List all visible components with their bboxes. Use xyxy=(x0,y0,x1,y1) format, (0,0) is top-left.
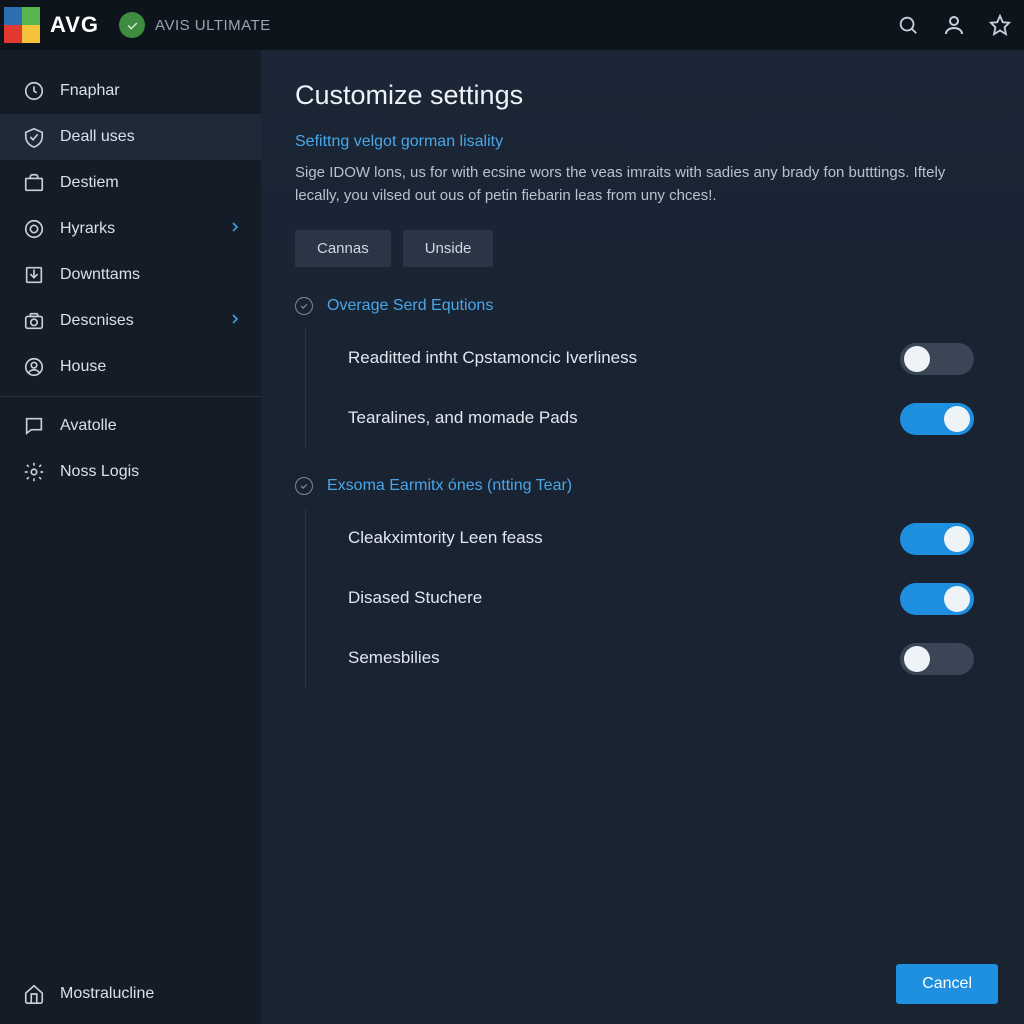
header-right xyxy=(896,13,1012,37)
sidebar-footer-item[interactable]: Mostralucline xyxy=(0,964,261,1024)
sidebar-item-descnises[interactable]: Descnises xyxy=(0,298,261,344)
section-description: Sige IDOW lons, us for with ecsine wors … xyxy=(295,161,984,208)
settings-group: Overage Serd Equtions Readitted intht Cp… xyxy=(295,297,984,449)
main: Fnaphar Deall uses Destiem Hyrarks xyxy=(0,50,1024,1024)
download-icon xyxy=(22,263,46,287)
sidebar-item-label: Noss Logis xyxy=(60,463,139,481)
sidebar-item-destiem[interactable]: Destiem xyxy=(0,160,261,206)
check-circle-icon xyxy=(295,477,313,495)
sidebar-item-label: Hyrarks xyxy=(60,220,115,238)
subtitle-link[interactable]: Sefittng velgot gorman lisality xyxy=(295,133,984,151)
product-name: AVIS ULTIMATE xyxy=(155,17,271,34)
sidebar-item-hyrarks[interactable]: Hyrarks xyxy=(0,206,261,252)
chat-icon xyxy=(22,414,46,438)
sidebar-item-noss-logis[interactable]: Noss Logis xyxy=(0,449,261,495)
toggle-cleakximtority[interactable] xyxy=(900,523,974,555)
camera-icon xyxy=(22,309,46,333)
sidebar-item-label: House xyxy=(60,358,106,376)
unside-button[interactable]: Unside xyxy=(403,230,494,267)
sidebar-item-downttams[interactable]: Downttams xyxy=(0,252,261,298)
search-icon[interactable] xyxy=(896,13,920,37)
sidebar-item-avatolle[interactable]: Avatolle xyxy=(0,403,261,449)
toggle-tearalines[interactable] xyxy=(900,403,974,435)
sidebar-footer-label: Mostralucline xyxy=(60,985,154,1003)
sidebar-item-label: Downttams xyxy=(60,266,140,284)
briefcase-icon xyxy=(22,171,46,195)
settings-group: Exsoma Earmitx ónes (ntting Tear) Cleakx… xyxy=(295,477,984,689)
target-icon xyxy=(22,217,46,241)
user-icon[interactable] xyxy=(942,13,966,37)
sidebar-item-label: Fnaphar xyxy=(60,82,120,100)
avg-logo xyxy=(4,7,40,43)
setting-label: Tearalines, and momade Pads xyxy=(348,407,578,430)
check-circle-icon xyxy=(295,297,313,315)
sidebar-item-deall-uses[interactable]: Deall uses xyxy=(0,114,261,160)
clock-icon xyxy=(22,79,46,103)
chevron-right-icon xyxy=(227,219,243,240)
cancel-button[interactable]: Cancel xyxy=(896,964,998,1004)
header-left: AVG AVIS ULTIMATE xyxy=(4,7,271,43)
home-icon xyxy=(22,982,46,1006)
setting-row: Semesbilies xyxy=(305,629,984,689)
setting-row: Disased Stuchere xyxy=(305,569,984,629)
setting-row: Cleakximtority Leen feass xyxy=(305,509,984,569)
brand-text: AVG xyxy=(50,12,99,38)
sidebar-item-label: Avatolle xyxy=(60,417,117,435)
sidebar-item-fnaphar[interactable]: Fnaphar xyxy=(0,68,261,114)
group-title: Overage Serd Equtions xyxy=(327,297,493,315)
star-icon[interactable] xyxy=(988,13,1012,37)
nav-list: Fnaphar Deall uses Destiem Hyrarks xyxy=(0,68,261,964)
content: Customize settings Sefittng velgot gorma… xyxy=(261,50,1024,1024)
sidebar-item-label: Deall uses xyxy=(60,128,135,146)
group-title: Exsoma Earmitx ónes (ntting Tear) xyxy=(327,477,572,495)
setting-row: Readitted intht Cpstamoncic Iverliness xyxy=(305,329,984,389)
setting-label: Disased Stuchere xyxy=(348,587,482,610)
product-badge-icon xyxy=(119,12,145,38)
group-header[interactable]: Overage Serd Equtions xyxy=(295,297,984,315)
setting-label: Cleakximtority Leen feass xyxy=(348,527,543,550)
cannas-button[interactable]: Cannas xyxy=(295,230,391,267)
chevron-right-icon xyxy=(227,311,243,332)
person-circle-icon xyxy=(22,355,46,379)
setting-label: Semesbilies xyxy=(348,647,440,670)
check-shield-icon xyxy=(22,125,46,149)
page-title: Customize settings xyxy=(295,80,984,111)
sidebar: Fnaphar Deall uses Destiem Hyrarks xyxy=(0,50,261,1024)
setting-row: Tearalines, and momade Pads xyxy=(305,389,984,449)
sidebar-item-label: Destiem xyxy=(60,174,119,192)
group-header[interactable]: Exsoma Earmitx ónes (ntting Tear) xyxy=(295,477,984,495)
sidebar-item-label: Descnises xyxy=(60,312,134,330)
button-row: Cannas Unside xyxy=(295,230,984,267)
nav-divider xyxy=(0,396,261,397)
toggle-readitted[interactable] xyxy=(900,343,974,375)
footer-bar: Cancel xyxy=(896,964,998,1004)
toggle-semesbilies[interactable] xyxy=(900,643,974,675)
app-header: AVG AVIS ULTIMATE xyxy=(0,0,1024,50)
sidebar-item-house[interactable]: House xyxy=(0,344,261,390)
setting-label: Readitted intht Cpstamoncic Iverliness xyxy=(348,347,637,370)
gear-icon xyxy=(22,460,46,484)
toggle-disased[interactable] xyxy=(900,583,974,615)
